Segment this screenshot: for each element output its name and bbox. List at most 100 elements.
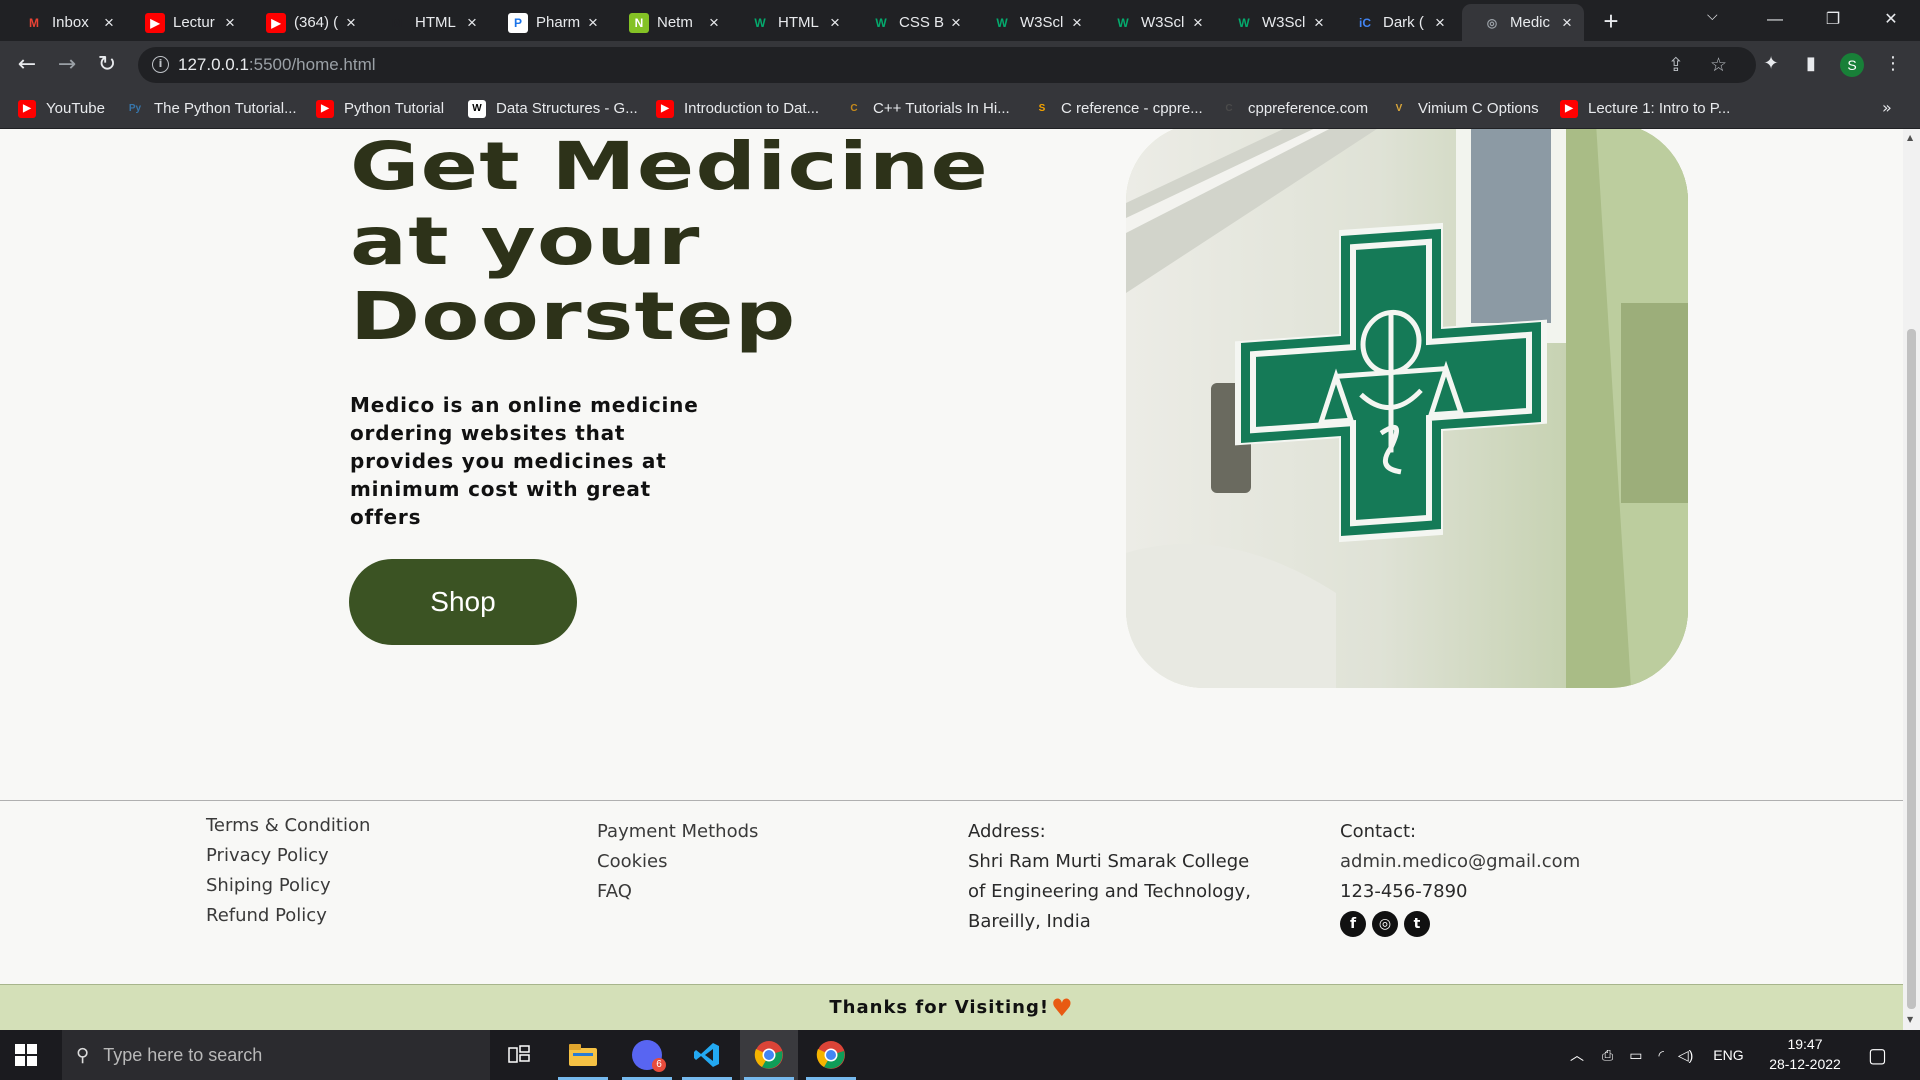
footer-thanks-bar: Thanks for Visiting! ♥ <box>0 984 1903 1030</box>
tab-close-icon[interactable]: × <box>463 13 481 33</box>
bookmark-item[interactable]: ▶ Lecture 1: Intro to P... <box>1560 88 1730 129</box>
browser-tab[interactable]: ▶ (364) (× <box>246 4 368 41</box>
file-explorer-icon[interactable] <box>554 1030 612 1080</box>
tab-close-icon[interactable]: × <box>1189 13 1207 33</box>
reload-icon[interactable]: ↻ <box>91 49 123 81</box>
browser-tab[interactable]: W HTML × <box>730 4 852 41</box>
tab-close-icon[interactable]: × <box>1431 13 1449 33</box>
email-link[interactable]: admin.medico@gmail.com <box>1340 847 1580 877</box>
browser-tab[interactable]: M Inbox × <box>4 4 126 41</box>
address-bar[interactable]: i 127.0.0.1:5500/home.html ⇪ ☆ <box>138 47 1756 83</box>
extensions-puzzle-icon[interactable]: ✦ <box>1756 49 1786 79</box>
bookmark-item[interactable]: Py The Python Tutorial... <box>126 88 297 129</box>
task-view-icon[interactable] <box>490 1030 548 1080</box>
vscode-icon[interactable] <box>678 1030 736 1080</box>
browser-tab[interactable]: W CSS B × <box>851 4 973 41</box>
shop-button[interactable]: Shop <box>349 559 577 645</box>
tab-title: Lectur <box>173 14 215 31</box>
close-window-button[interactable]: ✕ <box>1868 6 1914 34</box>
bookmark-label: Introduction to Dat... <box>684 100 820 117</box>
taskbar-search-box[interactable]: ⚲ Type here to search <box>62 1030 490 1080</box>
bookmark-item[interactable]: V Vimium C Options <box>1390 88 1539 129</box>
scroll-down-arrow-icon[interactable]: ▼ <box>1907 1015 1913 1024</box>
footer-address-column: Address: Shri Ram Murti Smarak College o… <box>968 817 1251 937</box>
tab-close-icon[interactable]: × <box>221 13 239 33</box>
battery-icon[interactable]: ▭ <box>1629 1047 1642 1064</box>
back-arrow-icon[interactable]: ← <box>11 49 43 81</box>
terms-link[interactable]: Terms & Condition <box>206 811 370 841</box>
payment-methods-link[interactable]: Payment Methods <box>597 817 758 847</box>
menu-kebab-icon[interactable]: ⋮ <box>1878 49 1908 79</box>
page-scrollbar[interactable]: ▲ ▼ <box>1903 129 1920 1030</box>
bookmark-item[interactable]: W Data Structures - G... <box>468 88 638 129</box>
cookies-link[interactable]: Cookies <box>597 847 758 877</box>
tab-close-icon[interactable]: × <box>584 13 602 33</box>
browser-tab[interactable]: ▶ Lectur × <box>125 4 247 41</box>
wifi-icon[interactable]: ◜ <box>1658 1047 1663 1064</box>
refund-link[interactable]: Refund Policy <box>206 901 370 931</box>
forward-arrow-icon[interactable]: → <box>51 49 83 81</box>
discord-icon[interactable]: 6 <box>618 1030 676 1080</box>
bookmark-item[interactable]: ▶ Python Tutorial <box>316 88 444 129</box>
tab-close-icon[interactable]: × <box>705 13 723 33</box>
tab-title: Medic <box>1510 14 1551 31</box>
tab-close-icon[interactable]: × <box>100 13 118 33</box>
bookmark-label: Lecture 1: Intro to P... <box>1588 100 1731 117</box>
browser-tab[interactable]: ◎ Medic × <box>1462 4 1584 41</box>
facebook-icon[interactable]: f <box>1340 911 1366 937</box>
new-tab-button[interactable]: + <box>1596 6 1626 36</box>
bookmark-item[interactable]: Ccppreference.com <box>1220 88 1368 129</box>
bookmark-item[interactable]: C C++ Tutorials In Hi... <box>845 88 1009 129</box>
browser-tab[interactable]: iC Dark (× <box>1335 4 1457 41</box>
tab-search-chevron-icon[interactable]: ⌵ <box>1707 8 1718 24</box>
browser-tab[interactable]: W W3Scl × <box>972 4 1094 41</box>
notifications-icon[interactable]: ▢ <box>1868 1030 1887 1080</box>
bookmark-item[interactable]: S C reference - cppre... <box>1033 88 1203 129</box>
minimize-button[interactable]: — <box>1752 6 1798 34</box>
side-panel-icon[interactable]: ▮ <box>1796 49 1826 79</box>
tab-close-icon[interactable]: × <box>1310 13 1328 33</box>
faq-link[interactable]: FAQ <box>597 877 758 907</box>
tab-close-icon[interactable]: × <box>1558 13 1576 33</box>
instagram-icon[interactable]: ◎ <box>1372 911 1398 937</box>
chrome-icon[interactable] <box>740 1030 798 1080</box>
shipping-link[interactable]: Shiping Policy <box>206 871 370 901</box>
tab-close-icon[interactable]: × <box>947 13 965 33</box>
show-hidden-icons-chevron-icon[interactable]: ︿ <box>1570 1045 1584 1065</box>
language-indicator[interactable]: ENG <box>1713 1047 1743 1063</box>
tab-close-icon[interactable]: × <box>1068 13 1086 33</box>
python-icon: Py <box>128 103 142 114</box>
w3schools-icon: W <box>754 15 766 30</box>
system-tray: ︿ ⎙ ▭ ◜ ◁) ENG <box>1570 1030 1744 1080</box>
url-text[interactable]: 127.0.0.1:5500/home.html <box>178 55 376 75</box>
meet-now-icon[interactable]: ⎙ <box>1602 1047 1613 1064</box>
scrollbar-thumb[interactable] <box>1907 329 1916 1009</box>
scroll-up-arrow-icon[interactable]: ▲ <box>1907 133 1913 142</box>
browser-tab[interactable]: W W3Scl × <box>1093 4 1215 41</box>
browser-tab[interactable]: W W3Scl × <box>1214 4 1336 41</box>
bookmark-item[interactable]: ▶ YouTube <box>18 88 105 129</box>
tab-close-icon[interactable]: × <box>826 13 844 33</box>
share-icon[interactable]: ⇪ <box>1668 54 1684 76</box>
thanks-text: Thanks for Visiting! <box>829 997 1050 1018</box>
bookmark-label: C reference - cppre... <box>1061 100 1203 117</box>
bookmark-star-icon[interactable]: ☆ <box>1710 54 1727 76</box>
site-info-icon[interactable]: i <box>152 56 169 73</box>
chrome-icon[interactable] <box>802 1030 860 1080</box>
windows-start-icon[interactable] <box>15 1044 37 1066</box>
privacy-link[interactable]: Privacy Policy <box>206 841 370 871</box>
twitter-icon[interactable]: t <box>1404 911 1430 937</box>
youtube-icon: ▶ <box>656 99 674 118</box>
browser-tab[interactable]: N Netm × <box>609 4 731 41</box>
footer-policies-column: Terms & Condition Privacy Policy Shiping… <box>206 811 370 931</box>
profile-avatar[interactable]: S <box>1840 53 1864 77</box>
browser-tab[interactable]: M HTML × <box>367 4 489 41</box>
restore-button[interactable]: ❐ <box>1810 6 1856 34</box>
tab-close-icon[interactable]: × <box>342 13 360 33</box>
bookmark-item[interactable]: ▶ Introduction to Dat... <box>656 88 819 129</box>
volume-icon[interactable]: ◁) <box>1678 1047 1693 1064</box>
more-bookmarks-icon[interactable]: » <box>1882 98 1892 117</box>
taskbar-clock[interactable]: 19:47 28-12-2022 <box>1760 1034 1850 1074</box>
browser-tab[interactable]: P Pharm × <box>488 4 610 41</box>
tab-strip: + ⌵ — ❐ ✕ M Inbox × ▶ Lectur × ▶ (364) (× M HTML ×… <box>0 0 1920 41</box>
